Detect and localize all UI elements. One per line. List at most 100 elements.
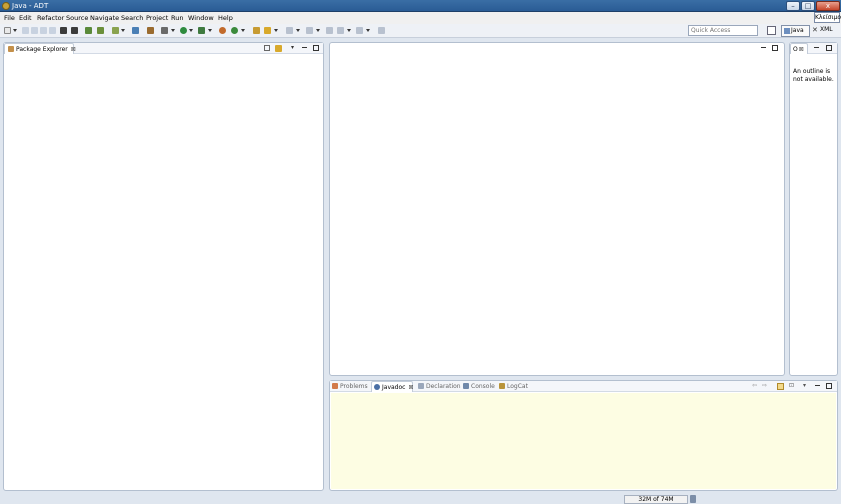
menu-edit[interactable]: Edit bbox=[19, 13, 32, 23]
close-tab-icon[interactable]: ⊠ bbox=[71, 46, 76, 53]
menu-refactor[interactable]: Refactor bbox=[37, 13, 64, 23]
save-all-icon[interactable] bbox=[31, 27, 38, 34]
quick-access-input[interactable] bbox=[688, 25, 758, 36]
bottom-panel: Problems Javadoc ⊠ Declaration Console Lo… bbox=[329, 380, 838, 491]
link-with-editor-icon[interactable] bbox=[275, 45, 282, 52]
run-dropdown-icon[interactable] bbox=[189, 29, 193, 32]
tab-problems[interactable]: Problems bbox=[332, 381, 368, 392]
maximize-panel-icon[interactable] bbox=[313, 45, 319, 51]
menu-help[interactable]: Help bbox=[218, 13, 233, 23]
prev-annotation-dropdown-icon[interactable] bbox=[316, 29, 320, 32]
minimize-button[interactable]: – bbox=[786, 1, 800, 11]
logcat-icon bbox=[499, 383, 505, 389]
title-bar: Java - ADT – □ x bbox=[0, 0, 841, 12]
search-icon[interactable] bbox=[264, 27, 271, 34]
javadoc-icon bbox=[374, 384, 380, 390]
javadoc-back-icon[interactable]: ⇦ bbox=[751, 383, 758, 390]
prev-annotation-icon[interactable] bbox=[306, 27, 313, 34]
annotation-dropdown-icon[interactable] bbox=[296, 29, 300, 32]
print-icon[interactable] bbox=[40, 27, 47, 34]
close-outline-icon[interactable]: ⊠ bbox=[799, 46, 804, 53]
menu-window[interactable]: Window bbox=[188, 13, 214, 23]
minimize-bottom-icon[interactable] bbox=[815, 385, 820, 386]
search-dropdown-icon[interactable] bbox=[274, 29, 278, 32]
heap-status: 32M of 74M bbox=[624, 495, 688, 504]
maximize-outline-icon[interactable] bbox=[826, 45, 832, 51]
download-sdk-icon[interactable] bbox=[71, 27, 78, 34]
lint-icon[interactable] bbox=[112, 27, 119, 34]
cloud-icon[interactable] bbox=[49, 27, 56, 34]
link-with-selection-icon[interactable] bbox=[777, 383, 784, 390]
tab-declaration[interactable]: Declaration bbox=[418, 381, 461, 392]
language-close-button[interactable]: Κλείσιμο bbox=[814, 12, 841, 23]
maximize-button[interactable]: □ bbox=[801, 1, 815, 11]
new-class-icon[interactable] bbox=[231, 27, 238, 34]
editor-area[interactable] bbox=[329, 42, 785, 376]
pin-editor-icon[interactable] bbox=[378, 27, 385, 34]
menu-navigate[interactable]: Navigate bbox=[90, 13, 119, 23]
javadoc-content bbox=[331, 393, 836, 489]
back-dropdown-icon[interactable] bbox=[347, 29, 351, 32]
last-edit-icon[interactable] bbox=[326, 27, 333, 34]
menu-file[interactable]: File bbox=[4, 13, 15, 23]
download-icon[interactable] bbox=[60, 27, 67, 34]
problems-label: Problems bbox=[340, 383, 368, 390]
new-java-package-icon[interactable] bbox=[219, 27, 226, 34]
outline-panel: O⊠ An outline is not available. bbox=[789, 42, 838, 376]
javadoc-forward-icon[interactable]: ⇨ bbox=[761, 383, 768, 390]
avd-manager-icon[interactable] bbox=[97, 27, 104, 34]
java-perspective-icon bbox=[784, 28, 790, 34]
new-class-dropdown-icon[interactable] bbox=[241, 29, 245, 32]
xml-perspective-button[interactable]: ✕ XML bbox=[811, 25, 839, 37]
debug-icon[interactable] bbox=[147, 27, 154, 34]
package-icon bbox=[8, 46, 14, 52]
minimize-editor-icon[interactable] bbox=[761, 47, 766, 48]
outline-message: An outline is not available. bbox=[793, 68, 834, 83]
xml-perspective-label: XML bbox=[820, 26, 833, 33]
close-window-button[interactable]: x bbox=[816, 1, 840, 11]
back-icon[interactable] bbox=[337, 27, 344, 34]
java-perspective-button[interactable]: Java bbox=[781, 25, 810, 37]
android-sdk-manager-icon[interactable] bbox=[85, 27, 92, 34]
save-icon[interactable] bbox=[22, 27, 29, 34]
garbage-collect-icon[interactable] bbox=[690, 495, 696, 503]
view-menu-icon[interactable]: ▾ bbox=[289, 45, 296, 52]
menu-run[interactable]: Run bbox=[171, 13, 183, 23]
package-explorer-label: Package Explorer bbox=[16, 46, 68, 53]
view-menu-bottom-icon[interactable]: ▾ bbox=[801, 383, 808, 390]
maximize-editor-icon[interactable] bbox=[772, 45, 778, 51]
tab-package-explorer[interactable]: Package Explorer ⊠ bbox=[4, 43, 76, 54]
tab-logcat[interactable]: LogCat bbox=[499, 381, 528, 392]
debug-dropdown-icon[interactable] bbox=[171, 29, 175, 32]
open-type-icon[interactable] bbox=[253, 27, 260, 34]
tab-javadoc[interactable]: Javadoc ⊠ bbox=[371, 381, 413, 392]
new-dropdown-icon[interactable] bbox=[13, 29, 17, 32]
close-javadoc-icon[interactable]: ⊠ bbox=[408, 384, 413, 391]
open-browser-icon[interactable]: ⊡ bbox=[788, 383, 795, 390]
run-icon[interactable] bbox=[180, 27, 187, 34]
tab-outline[interactable]: O⊠ bbox=[790, 43, 808, 54]
forward-icon[interactable] bbox=[356, 27, 363, 34]
maximize-bottom-icon[interactable] bbox=[826, 383, 832, 389]
bug-icon[interactable] bbox=[161, 27, 168, 34]
xml-perspective-icon: ✕ bbox=[812, 26, 818, 34]
menu-source[interactable]: Source bbox=[66, 13, 88, 23]
external-dropdown-icon[interactable] bbox=[208, 29, 212, 32]
menu-project[interactable]: Project bbox=[146, 13, 168, 23]
declaration-label: Declaration bbox=[426, 383, 461, 390]
window-title: Java - ADT bbox=[12, 2, 49, 10]
new-android-project-icon[interactable] bbox=[132, 27, 139, 34]
declaration-icon bbox=[418, 383, 424, 389]
minimize-outline-icon[interactable] bbox=[814, 47, 819, 48]
forward-dropdown-icon[interactable] bbox=[366, 29, 370, 32]
tab-console[interactable]: Console bbox=[463, 381, 495, 392]
lint-dropdown-icon[interactable] bbox=[121, 29, 125, 32]
adt-app-icon bbox=[2, 2, 10, 10]
menu-search[interactable]: Search bbox=[121, 13, 143, 23]
open-perspective-icon[interactable] bbox=[767, 26, 776, 35]
run-external-icon[interactable] bbox=[198, 27, 205, 34]
next-annotation-icon[interactable] bbox=[286, 27, 293, 34]
minimize-panel-icon[interactable] bbox=[302, 47, 307, 48]
new-icon[interactable] bbox=[4, 27, 11, 34]
collapse-all-icon[interactable] bbox=[264, 45, 270, 51]
